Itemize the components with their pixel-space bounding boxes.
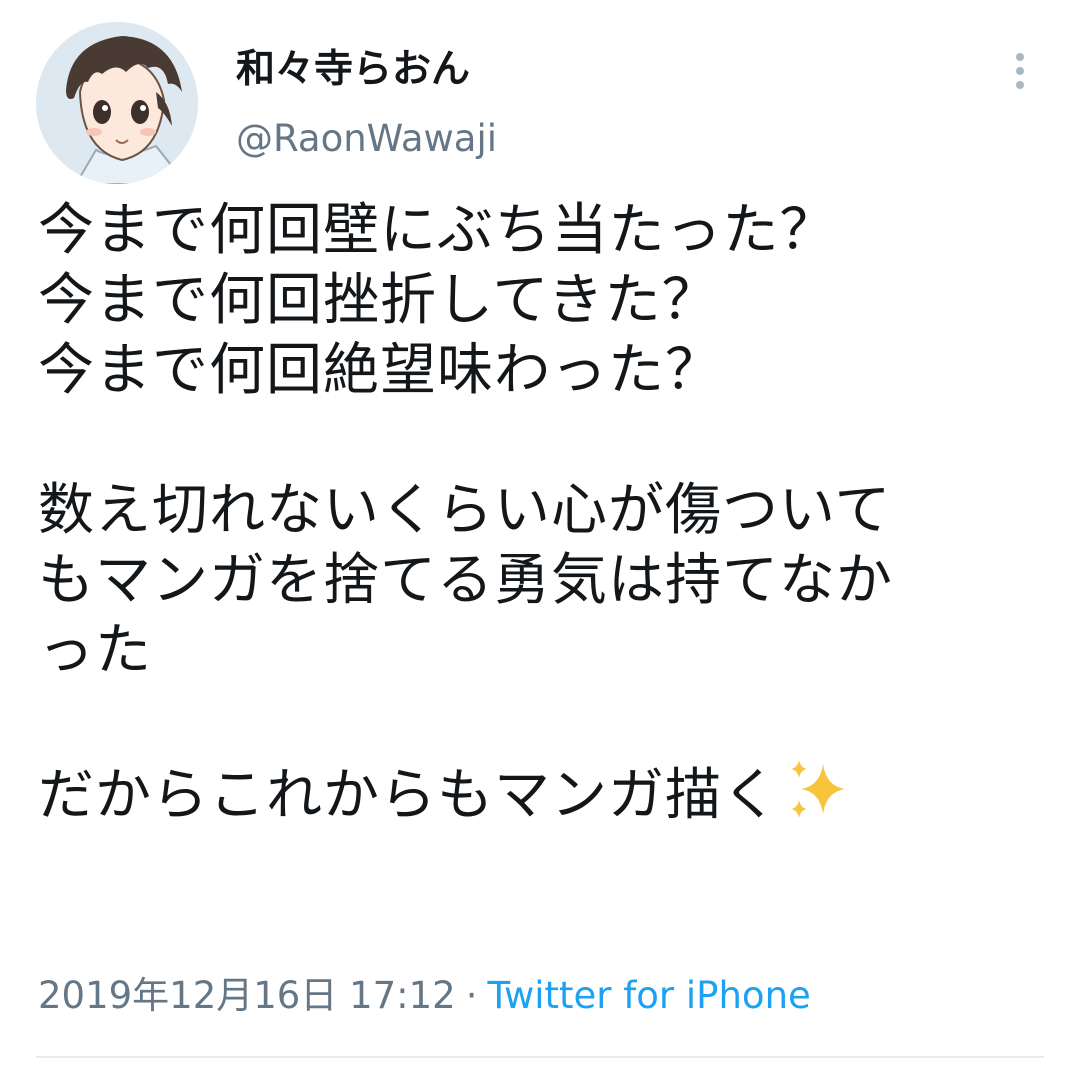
tweet-source-link[interactable]: Twitter for iPhone: [487, 974, 810, 1017]
tweet-line: もマンガを捨てる勇気は持てなか: [38, 548, 893, 613]
tweet-line: 今まで何回壁にぶち当たった？: [38, 198, 837, 263]
tweet-line: った: [38, 618, 152, 683]
tweet-card: 和々寺らおん @RaonWawaji 今まで何回壁にぶち当たった？ 今まで何回挫…: [0, 0, 1080, 1078]
user-avatar[interactable]: [36, 22, 198, 184]
tweet-line: 今まで何回挫折してきた？: [38, 268, 719, 333]
tweet-line-last: だからこれからもマンガ描く: [38, 756, 1048, 828]
tweet-line: 数え切れないくらい心が傷ついて: [38, 478, 892, 543]
tweet-line-text: だからこれからもマンガ描く: [38, 763, 779, 828]
vertical-ellipsis-icon: [1016, 53, 1024, 89]
more-options-button[interactable]: [1000, 46, 1040, 96]
divider: [36, 1056, 1044, 1058]
tweet-timestamp[interactable]: 2019年12月16日 17:12: [38, 974, 456, 1017]
tweet-meta: 2019年12月16日 17:12 · Twitter for iPhone: [38, 968, 811, 1024]
user-handle[interactable]: @RaonWawaji: [236, 114, 497, 164]
sparkles-icon: [785, 756, 851, 839]
display-name[interactable]: 和々寺らおん: [236, 44, 470, 96]
tweet-text: 今まで何回壁にぶち当たった？ 今まで何回挫折してきた？ 今まで何回絶望味わった？…: [38, 196, 1048, 828]
tweet-line: 今まで何回絶望味わった？: [38, 338, 722, 403]
anime-boy-avatar-icon: [36, 22, 198, 184]
meta-separator: ·: [465, 974, 478, 1017]
